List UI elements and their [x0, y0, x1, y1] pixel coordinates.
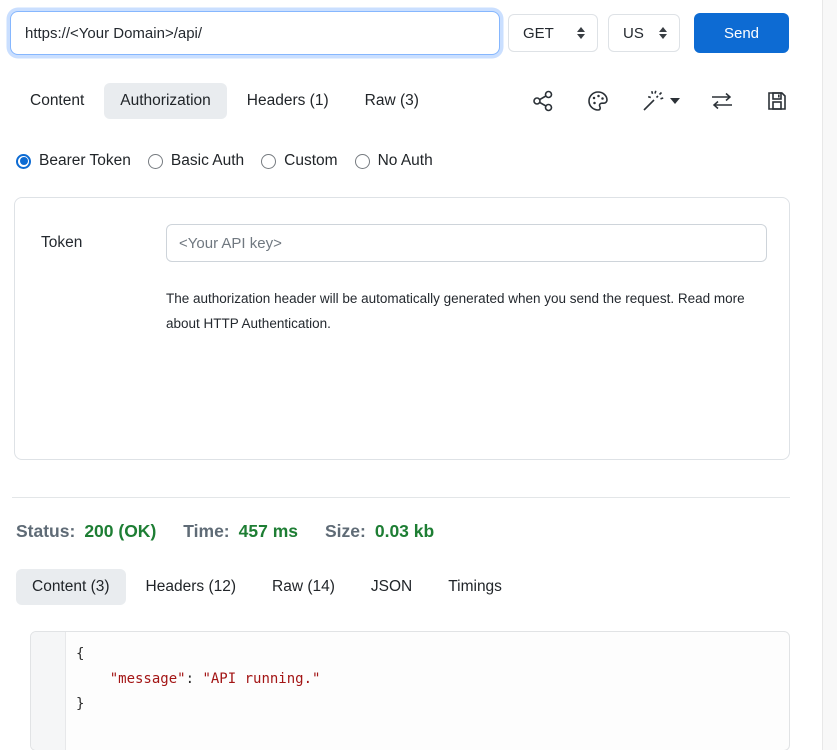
radio-label: Basic Auth — [171, 152, 244, 170]
magic-wand-menu[interactable] — [640, 88, 680, 114]
radio-label: No Auth — [378, 152, 433, 170]
save-icon[interactable] — [764, 88, 790, 114]
share-nodes-icon[interactable] — [530, 88, 556, 114]
json-key: "message" — [110, 671, 186, 687]
request-tabs: Content Authorization Headers (1) Raw (3… — [14, 83, 790, 119]
status-label: Status: — [16, 521, 75, 542]
region-select-value: US — [623, 25, 644, 42]
tab-raw[interactable]: Raw (3) — [349, 83, 435, 119]
token-input[interactable] — [166, 224, 767, 262]
radio-icon — [148, 154, 163, 169]
response-status-row: Status: 200 (OK) Time: 457 ms Size: 0.03… — [16, 521, 837, 542]
resp-tab-raw[interactable]: Raw (14) — [256, 569, 351, 605]
request-bar: GET US Send — [0, 0, 837, 55]
time-label: Time: — [183, 521, 229, 542]
vertical-scrollbar[interactable] — [822, 0, 837, 750]
magic-wand-icon — [640, 88, 666, 114]
status-value: 200 (OK) — [84, 521, 156, 542]
token-panel: Token The authorization header will be a… — [14, 197, 790, 460]
tab-headers[interactable]: Headers (1) — [231, 83, 345, 119]
toolbar-icons — [530, 88, 790, 114]
select-arrows-icon — [577, 27, 585, 39]
radio-label: Bearer Token — [39, 152, 131, 170]
response-body: { "message": "API running." } — [30, 631, 790, 750]
method-select[interactable]: GET — [508, 14, 598, 52]
response-tabs: Content (3) Headers (12) Raw (14) JSON T… — [16, 569, 837, 605]
chevron-down-icon — [670, 98, 680, 104]
tab-authorization[interactable]: Authorization — [104, 83, 226, 119]
size-value: 0.03 kb — [375, 521, 434, 542]
radio-basic-auth[interactable]: Basic Auth — [148, 152, 244, 170]
size-label: Size: — [325, 521, 366, 542]
radio-icon — [16, 154, 31, 169]
method-select-value: GET — [523, 25, 554, 42]
time-value: 457 ms — [239, 521, 298, 542]
url-input[interactable] — [10, 11, 500, 55]
radio-icon — [261, 154, 276, 169]
code-gutter — [31, 632, 66, 750]
radio-label: Custom — [284, 152, 337, 170]
radio-custom[interactable]: Custom — [261, 152, 337, 170]
radio-bearer-token[interactable]: Bearer Token — [16, 152, 131, 170]
auth-type-options: Bearer Token Basic Auth Custom No Auth — [16, 152, 837, 170]
resp-tab-timings[interactable]: Timings — [432, 569, 518, 605]
api-client-app: GET US Send Content Authorization Header… — [0, 0, 837, 750]
json-value: "API running." — [202, 671, 320, 687]
send-button[interactable]: Send — [694, 13, 789, 53]
select-arrows-icon — [659, 27, 667, 39]
response-json: { "message": "API running." } — [66, 632, 320, 750]
swap-arrows-icon[interactable] — [709, 88, 735, 114]
section-divider — [12, 497, 790, 498]
radio-no-auth[interactable]: No Auth — [355, 152, 433, 170]
resp-tab-content[interactable]: Content (3) — [16, 569, 126, 605]
radio-icon — [355, 154, 370, 169]
region-select[interactable]: US — [608, 14, 680, 52]
tab-content[interactable]: Content — [14, 83, 100, 119]
palette-icon[interactable] — [585, 88, 611, 114]
resp-tab-json[interactable]: JSON — [355, 569, 428, 605]
token-label: Token — [41, 234, 166, 252]
resp-tab-headers[interactable]: Headers (12) — [130, 569, 252, 605]
token-help-text: The authorization header will be automat… — [166, 286, 767, 336]
